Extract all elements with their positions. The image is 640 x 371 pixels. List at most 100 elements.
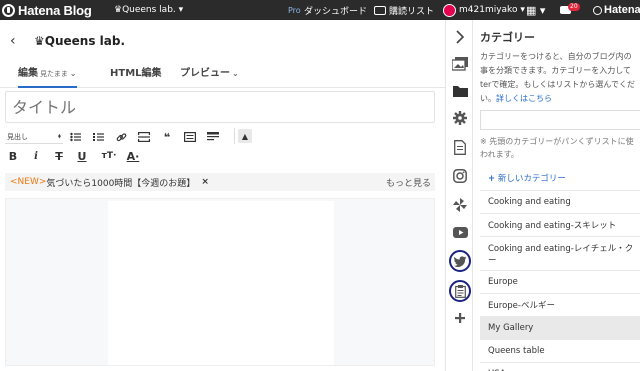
tab-edit-label: 編集 [18,68,38,79]
tab-preview[interactable]: プレビュー ⌄ [180,64,239,79]
reading-list-label: 購読リスト [389,6,435,17]
italic-button[interactable]: i [29,149,43,163]
bold-button[interactable]: B [6,149,20,163]
chevron-right-icon [456,30,465,44]
numbered-list-icon [92,133,104,141]
editor-tabs: 編集 見たまま ⌄ HTML編集 プレビュー ⌄ [0,58,445,88]
topic-link[interactable]: 気づいたら1000時間【今週のお題】 [46,176,195,189]
topic-close-button[interactable]: × [201,177,209,187]
instagram-button[interactable] [446,165,474,187]
hatena-mark-icon [593,5,602,15]
tab-edit[interactable]: 編集 見たまま ⌄ [18,64,77,88]
horizontal-rule-button[interactable] [137,130,151,144]
panel-note: ※ 先頭のカテゴリーがパンくずリストに使 われます。 [480,135,640,161]
clipboard-icon [454,284,466,298]
editor-sidebar [445,20,473,371]
category-button[interactable] [446,80,474,102]
link-button[interactable] [114,130,128,144]
pinwheel-icon [453,198,467,212]
numbered-list-button[interactable] [91,130,105,144]
hatena-blog-logo[interactable]: Hatena Blog [2,0,92,20]
table-icon [184,132,196,142]
document-button[interactable] [446,136,474,158]
title-input[interactable] [6,92,434,122]
hatena-logo-icon [2,3,15,17]
gear-icon [453,111,467,125]
new-category-label: 新しいカテゴリー [497,174,566,184]
list-item-label-cont: ー [488,255,497,266]
list-item[interactable]: Cooking and eating-スキレット [480,213,640,236]
desc-tail: い。 [480,94,496,103]
bullet-list-icon [69,132,81,142]
reading-list-link[interactable]: 購読リスト [374,0,434,20]
font-size-button[interactable]: тT· [98,149,120,163]
text-color-button[interactable]: A· [124,149,142,163]
tab-html-label: HTML編集 [110,68,162,79]
add-tool-button[interactable] [446,307,474,329]
desc-line: 事を分類できます。カテゴリーを入力して [480,66,631,75]
category-list: Cooking and eating Cooking and eating-スキ… [480,190,640,371]
panel-title: カテゴリー [480,31,535,44]
list-item[interactable]: Cooking and eating [480,190,640,213]
blog-selector[interactable]: ♛Queens lab. ▾ [114,0,183,20]
list-item[interactable]: Queens table [480,339,640,362]
underline-button[interactable]: U [75,149,89,163]
collapse-toolbar-button[interactable]: ▲ [238,129,252,143]
twitter-button[interactable] [446,250,474,272]
user-menu[interactable]: m421miyako ▾ [443,0,525,20]
message-icon: 20 [560,3,580,14]
top-navigation-bar: Hatena Blog ♛Queens lab. ▾ Pro ダッシュボード 購… [0,0,640,20]
topic-new-label: <NEW> [10,177,47,187]
heading-select[interactable]: 見出し ⬧ [5,130,63,144]
plus-icon: + [488,174,496,184]
pro-badge[interactable]: Pro [288,0,301,20]
table-button[interactable] [183,130,197,144]
more-blocks-button[interactable] [206,130,220,144]
quote-button[interactable]: ❝ [160,130,174,144]
folder-icon [452,86,468,97]
notification-badge: 20 [568,3,580,11]
dashboard-link[interactable]: ダッシュボード [304,0,367,20]
new-category-button[interactable]: + 新しいカテゴリー [488,172,566,184]
youtube-button[interactable] [446,221,474,243]
tab-html-edit[interactable]: HTML編集 [110,64,162,79]
link-icon [116,132,126,141]
more-blocks-icon [207,132,219,141]
category-input[interactable] [480,110,640,130]
blog-title: ♛Queens lab. [34,34,126,48]
quote-icon: ❝ [163,130,171,144]
weekly-topic-bar: <NEW> 気づいたら1000時間【今週のお題】 × もっと見る [5,173,435,191]
collapse-panel-button[interactable] [446,26,474,48]
avatar [443,3,456,17]
settings-button[interactable] [446,107,474,129]
pinwheel-button[interactable] [446,194,474,216]
back-button[interactable]: ‹ [10,33,16,49]
horizontal-rule-icon [138,132,150,142]
topic-more-link[interactable]: もっと見る [386,176,431,189]
notes-button[interactable] [446,280,474,302]
strikethrough-button[interactable]: T [52,149,66,163]
toolbar-divider [234,128,235,144]
help-link[interactable]: 詳しくはこちら [496,94,552,103]
notifications-button[interactable]: 20 [560,0,580,20]
list-item[interactable]: USA [480,362,640,371]
chevron-down-icon: ⌄ [232,69,239,78]
username-label: m421miyako ▾ [459,5,525,15]
hatena-link[interactable]: Hatena [593,0,640,20]
bullet-list-button[interactable] [68,130,82,144]
list-item[interactable]: Europe-ベルギー [480,293,640,316]
list-item-label: Cooking and eating-レイチェル・ク [488,243,634,254]
logo-text: Hatena Blog [18,2,92,18]
tab-preview-label: プレビュー [180,68,230,79]
list-item[interactable]: Cooking and eating-レイチェル・ク ー [480,236,640,270]
apps-grid-button[interactable]: ▦ ▾ [526,0,545,20]
desc-line: terで確定。もしくはリストから選んでくだ [480,80,635,89]
note-line: われます。 [480,150,519,159]
editor-content[interactable] [108,201,334,365]
list-item[interactable]: My Gallery [480,316,640,339]
list-item[interactable]: Europe [480,270,640,293]
plus-icon [455,313,465,323]
photo-icon [452,57,468,71]
photo-button[interactable] [446,53,474,75]
instagram-icon [453,169,467,183]
